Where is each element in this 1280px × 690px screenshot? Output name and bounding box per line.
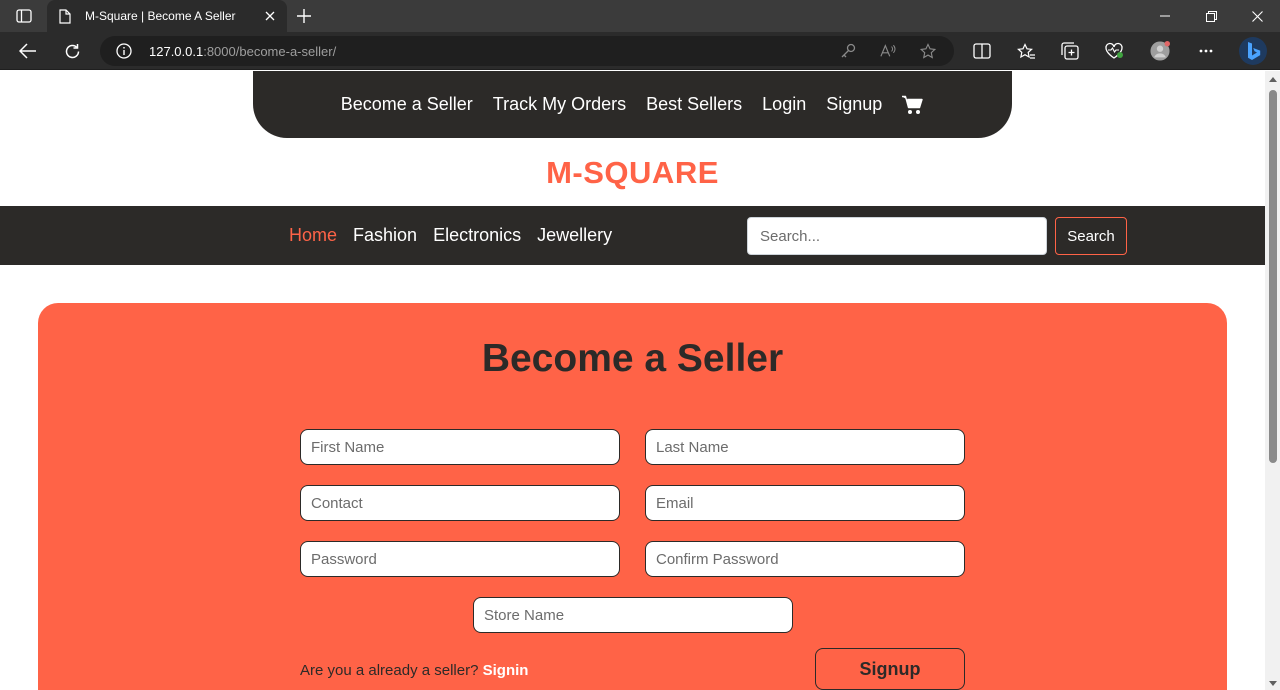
new-tab-icon[interactable] bbox=[294, 6, 314, 26]
store-name-field[interactable] bbox=[473, 597, 793, 633]
category-home[interactable]: Home bbox=[281, 225, 345, 246]
already-seller-text: Are you a already a seller? Signin bbox=[300, 662, 528, 679]
top-navigation: Become a Seller Track My Orders Best Sel… bbox=[253, 71, 1012, 138]
scroll-up-icon[interactable] bbox=[1269, 77, 1277, 82]
url-text: 127.0.0.1:8000/become-a-seller/ bbox=[149, 44, 337, 59]
email-field[interactable] bbox=[645, 485, 965, 521]
signin-link[interactable]: Signin bbox=[483, 662, 529, 679]
page-title: Become a Seller bbox=[481, 337, 784, 380]
page-icon bbox=[57, 8, 73, 24]
nav-become-seller[interactable]: Become a Seller bbox=[331, 94, 483, 115]
already-seller-label: Are you a already a seller? bbox=[300, 662, 479, 679]
split-screen-icon[interactable] bbox=[972, 41, 992, 61]
url-field[interactable]: 127.0.0.1:8000/become-a-seller/ bbox=[100, 36, 954, 66]
category-electronics[interactable]: Electronics bbox=[425, 225, 529, 246]
profile-avatar-icon[interactable] bbox=[1150, 41, 1170, 61]
browser-tab[interactable]: M-Square | Become A Seller bbox=[47, 0, 287, 32]
back-icon[interactable] bbox=[17, 40, 39, 62]
last-name-field[interactable] bbox=[645, 429, 965, 465]
first-name-field[interactable] bbox=[300, 429, 620, 465]
scroll-down-icon[interactable] bbox=[1269, 681, 1277, 686]
favorite-star-icon[interactable] bbox=[920, 42, 936, 59]
browser-tabbar: M-Square | Become A Seller bbox=[0, 0, 1280, 32]
site-info-icon[interactable] bbox=[116, 43, 132, 59]
nav-login[interactable]: Login bbox=[752, 94, 816, 115]
collections-icon[interactable] bbox=[1060, 41, 1080, 61]
nav-signup[interactable]: Signup bbox=[816, 94, 892, 115]
tab-title: M-Square | Become A Seller bbox=[85, 9, 236, 23]
category-bar: Home Fashion Electronics Jewellery Searc… bbox=[0, 206, 1265, 265]
signup-button[interactable]: Signup bbox=[815, 648, 965, 690]
search-button[interactable]: Search bbox=[1055, 217, 1127, 255]
search-input[interactable] bbox=[747, 217, 1047, 255]
browser-essentials-icon[interactable] bbox=[1104, 41, 1124, 61]
brand-logo[interactable]: M-SQUARE bbox=[0, 155, 1265, 191]
more-menu-icon[interactable] bbox=[1196, 41, 1216, 61]
page-scrollbar[interactable] bbox=[1265, 71, 1280, 690]
bing-copilot-icon[interactable] bbox=[1238, 36, 1268, 66]
nav-track-orders[interactable]: Track My Orders bbox=[483, 94, 636, 115]
cart-icon[interactable] bbox=[892, 95, 934, 115]
reload-icon[interactable] bbox=[61, 40, 83, 62]
tab-actions-icon[interactable] bbox=[10, 6, 38, 26]
close-tab-icon[interactable] bbox=[263, 9, 277, 23]
confirm-password-field[interactable] bbox=[645, 541, 965, 577]
password-field[interactable] bbox=[300, 541, 620, 577]
read-aloud-icon[interactable] bbox=[880, 43, 896, 59]
category-fashion[interactable]: Fashion bbox=[345, 225, 425, 246]
minimize-icon[interactable] bbox=[1142, 0, 1188, 32]
favorites-icon[interactable] bbox=[1016, 41, 1036, 61]
restore-icon[interactable] bbox=[1188, 0, 1234, 32]
category-jewellery[interactable]: Jewellery bbox=[529, 225, 620, 246]
key-icon[interactable] bbox=[840, 43, 856, 59]
nav-best-sellers[interactable]: Best Sellers bbox=[636, 94, 752, 115]
close-window-icon[interactable] bbox=[1234, 0, 1280, 32]
address-bar: 127.0.0.1:8000/become-a-seller/ bbox=[0, 32, 1280, 70]
scrollbar-thumb[interactable] bbox=[1269, 90, 1277, 463]
seller-signup-card: Become a Seller Are you a already a sell… bbox=[38, 303, 1227, 690]
contact-field[interactable] bbox=[300, 485, 620, 521]
web-page: Become a Seller Track My Orders Best Sel… bbox=[0, 71, 1265, 690]
